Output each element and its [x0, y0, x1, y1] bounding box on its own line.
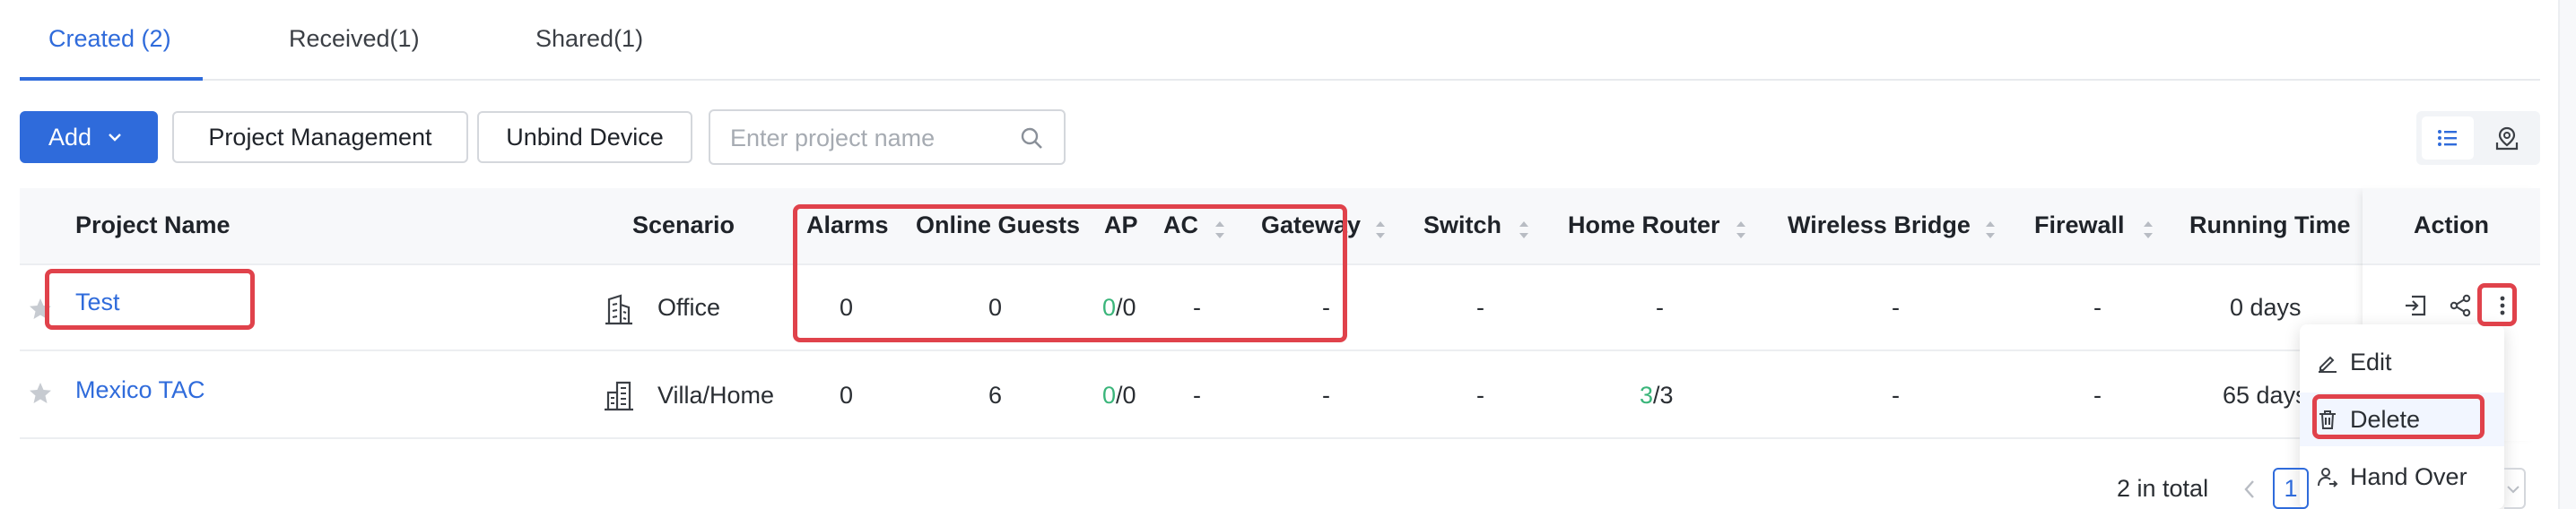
- tab-received[interactable]: Received(1): [289, 25, 420, 53]
- total-count: 2 in total: [2117, 475, 2209, 502]
- home-router-value: 3/3: [1640, 382, 1674, 410]
- menu-item-hand-over[interactable]: Hand Over: [2300, 450, 2504, 504]
- switch-value: -: [1476, 294, 1484, 321]
- list-view-button[interactable]: [2422, 116, 2474, 160]
- scenario-label: Office: [657, 294, 721, 321]
- scrollbar-track[interactable]: [2558, 0, 2576, 509]
- sort-home-router-icon[interactable]: [1736, 218, 1746, 243]
- header-switch: Switch: [1423, 211, 1502, 238]
- firewall-value: -: [2093, 382, 2102, 409]
- add-button-label: Add: [48, 123, 92, 151]
- villa-icon: [605, 381, 633, 411]
- menu-item-edit[interactable]: Edit: [2300, 335, 2504, 389]
- scenario-label: Villa/Home: [657, 382, 775, 409]
- wireless-bridge-value: -: [1892, 382, 1900, 409]
- chevron-down-icon: [109, 134, 121, 142]
- home-router-value: -: [1656, 294, 1664, 321]
- ap-total: /0: [1116, 382, 1136, 409]
- page-size-select[interactable]: [2504, 468, 2526, 509]
- tab-divider: [20, 79, 2540, 81]
- row-divider: [20, 349, 2540, 351]
- search-input[interactable]: [728, 118, 1010, 158]
- search-box: [709, 109, 1066, 165]
- wireless-bridge-value: -: [1892, 294, 1900, 321]
- edit-icon: [2319, 356, 2337, 373]
- map-view-button[interactable]: [2481, 116, 2533, 160]
- view-mode-switch: [2416, 111, 2540, 165]
- header-project-name: Project Name: [75, 211, 231, 238]
- running-time-value: 65 days: [2223, 382, 2308, 409]
- home-router-total: /3: [1653, 382, 1674, 409]
- sort-switch-icon[interactable]: [1519, 218, 1529, 243]
- ac-value: -: [1193, 382, 1201, 409]
- firewall-value: -: [2093, 294, 2102, 321]
- home-router-online: 3: [1640, 382, 1654, 409]
- menu-item-label: Hand Over: [2350, 462, 2467, 490]
- hand-over-icon: [2318, 468, 2338, 487]
- search-icon[interactable]: [1019, 125, 1044, 151]
- highlight-delete-item: [2312, 394, 2485, 439]
- list-icon: [2438, 130, 2457, 146]
- sort-wireless-bridge-icon[interactable]: [1985, 218, 1996, 243]
- highlight-device-columns: [793, 204, 1347, 342]
- office-building-icon: [605, 294, 632, 325]
- header-scenario: Scenario: [632, 211, 735, 238]
- header-home-router: Home Router: [1568, 211, 1720, 238]
- active-tab-indicator: [20, 77, 203, 81]
- share-icon[interactable]: [2447, 292, 2474, 319]
- header-running-time: Running Time: [2189, 211, 2351, 238]
- map-pin-icon: [2495, 126, 2519, 151]
- header-wireless-bridge: Wireless Bridge: [1788, 211, 1971, 238]
- switch-value: -: [1476, 382, 1484, 409]
- star-icon[interactable]: [27, 380, 54, 407]
- tab-created[interactable]: Created (2): [48, 25, 171, 53]
- online-guests-value: 6: [988, 382, 1003, 409]
- highlight-project-name: [45, 269, 255, 330]
- project-management-button[interactable]: Project Management: [172, 111, 468, 163]
- chevron-left-icon[interactable]: [2241, 477, 2258, 502]
- header-action: Action: [2414, 211, 2489, 238]
- add-button[interactable]: Add: [20, 111, 158, 163]
- chevron-down-icon: [2507, 486, 2519, 494]
- row-divider: [20, 437, 2540, 439]
- running-time-value: 0 days: [2230, 294, 2302, 321]
- alarms-value: 0: [840, 382, 854, 409]
- page-button[interactable]: 1: [2273, 468, 2309, 509]
- header-firewall: Firewall: [2034, 211, 2125, 238]
- ap-online: 0: [1102, 382, 1117, 409]
- tab-shared[interactable]: Shared(1): [535, 25, 643, 53]
- sort-gateway-icon[interactable]: [1375, 218, 1386, 243]
- gateway-value: -: [1322, 382, 1330, 409]
- project-name-link[interactable]: Mexico TAC: [75, 376, 205, 404]
- menu-item-label: Edit: [2350, 348, 2392, 375]
- ap-value: 0/0: [1102, 382, 1136, 410]
- highlight-more-button: [2477, 283, 2517, 326]
- unbind-device-button[interactable]: Unbind Device: [477, 111, 692, 163]
- sort-firewall-icon[interactable]: [2143, 218, 2154, 243]
- enter-project-icon[interactable]: [2402, 292, 2429, 319]
